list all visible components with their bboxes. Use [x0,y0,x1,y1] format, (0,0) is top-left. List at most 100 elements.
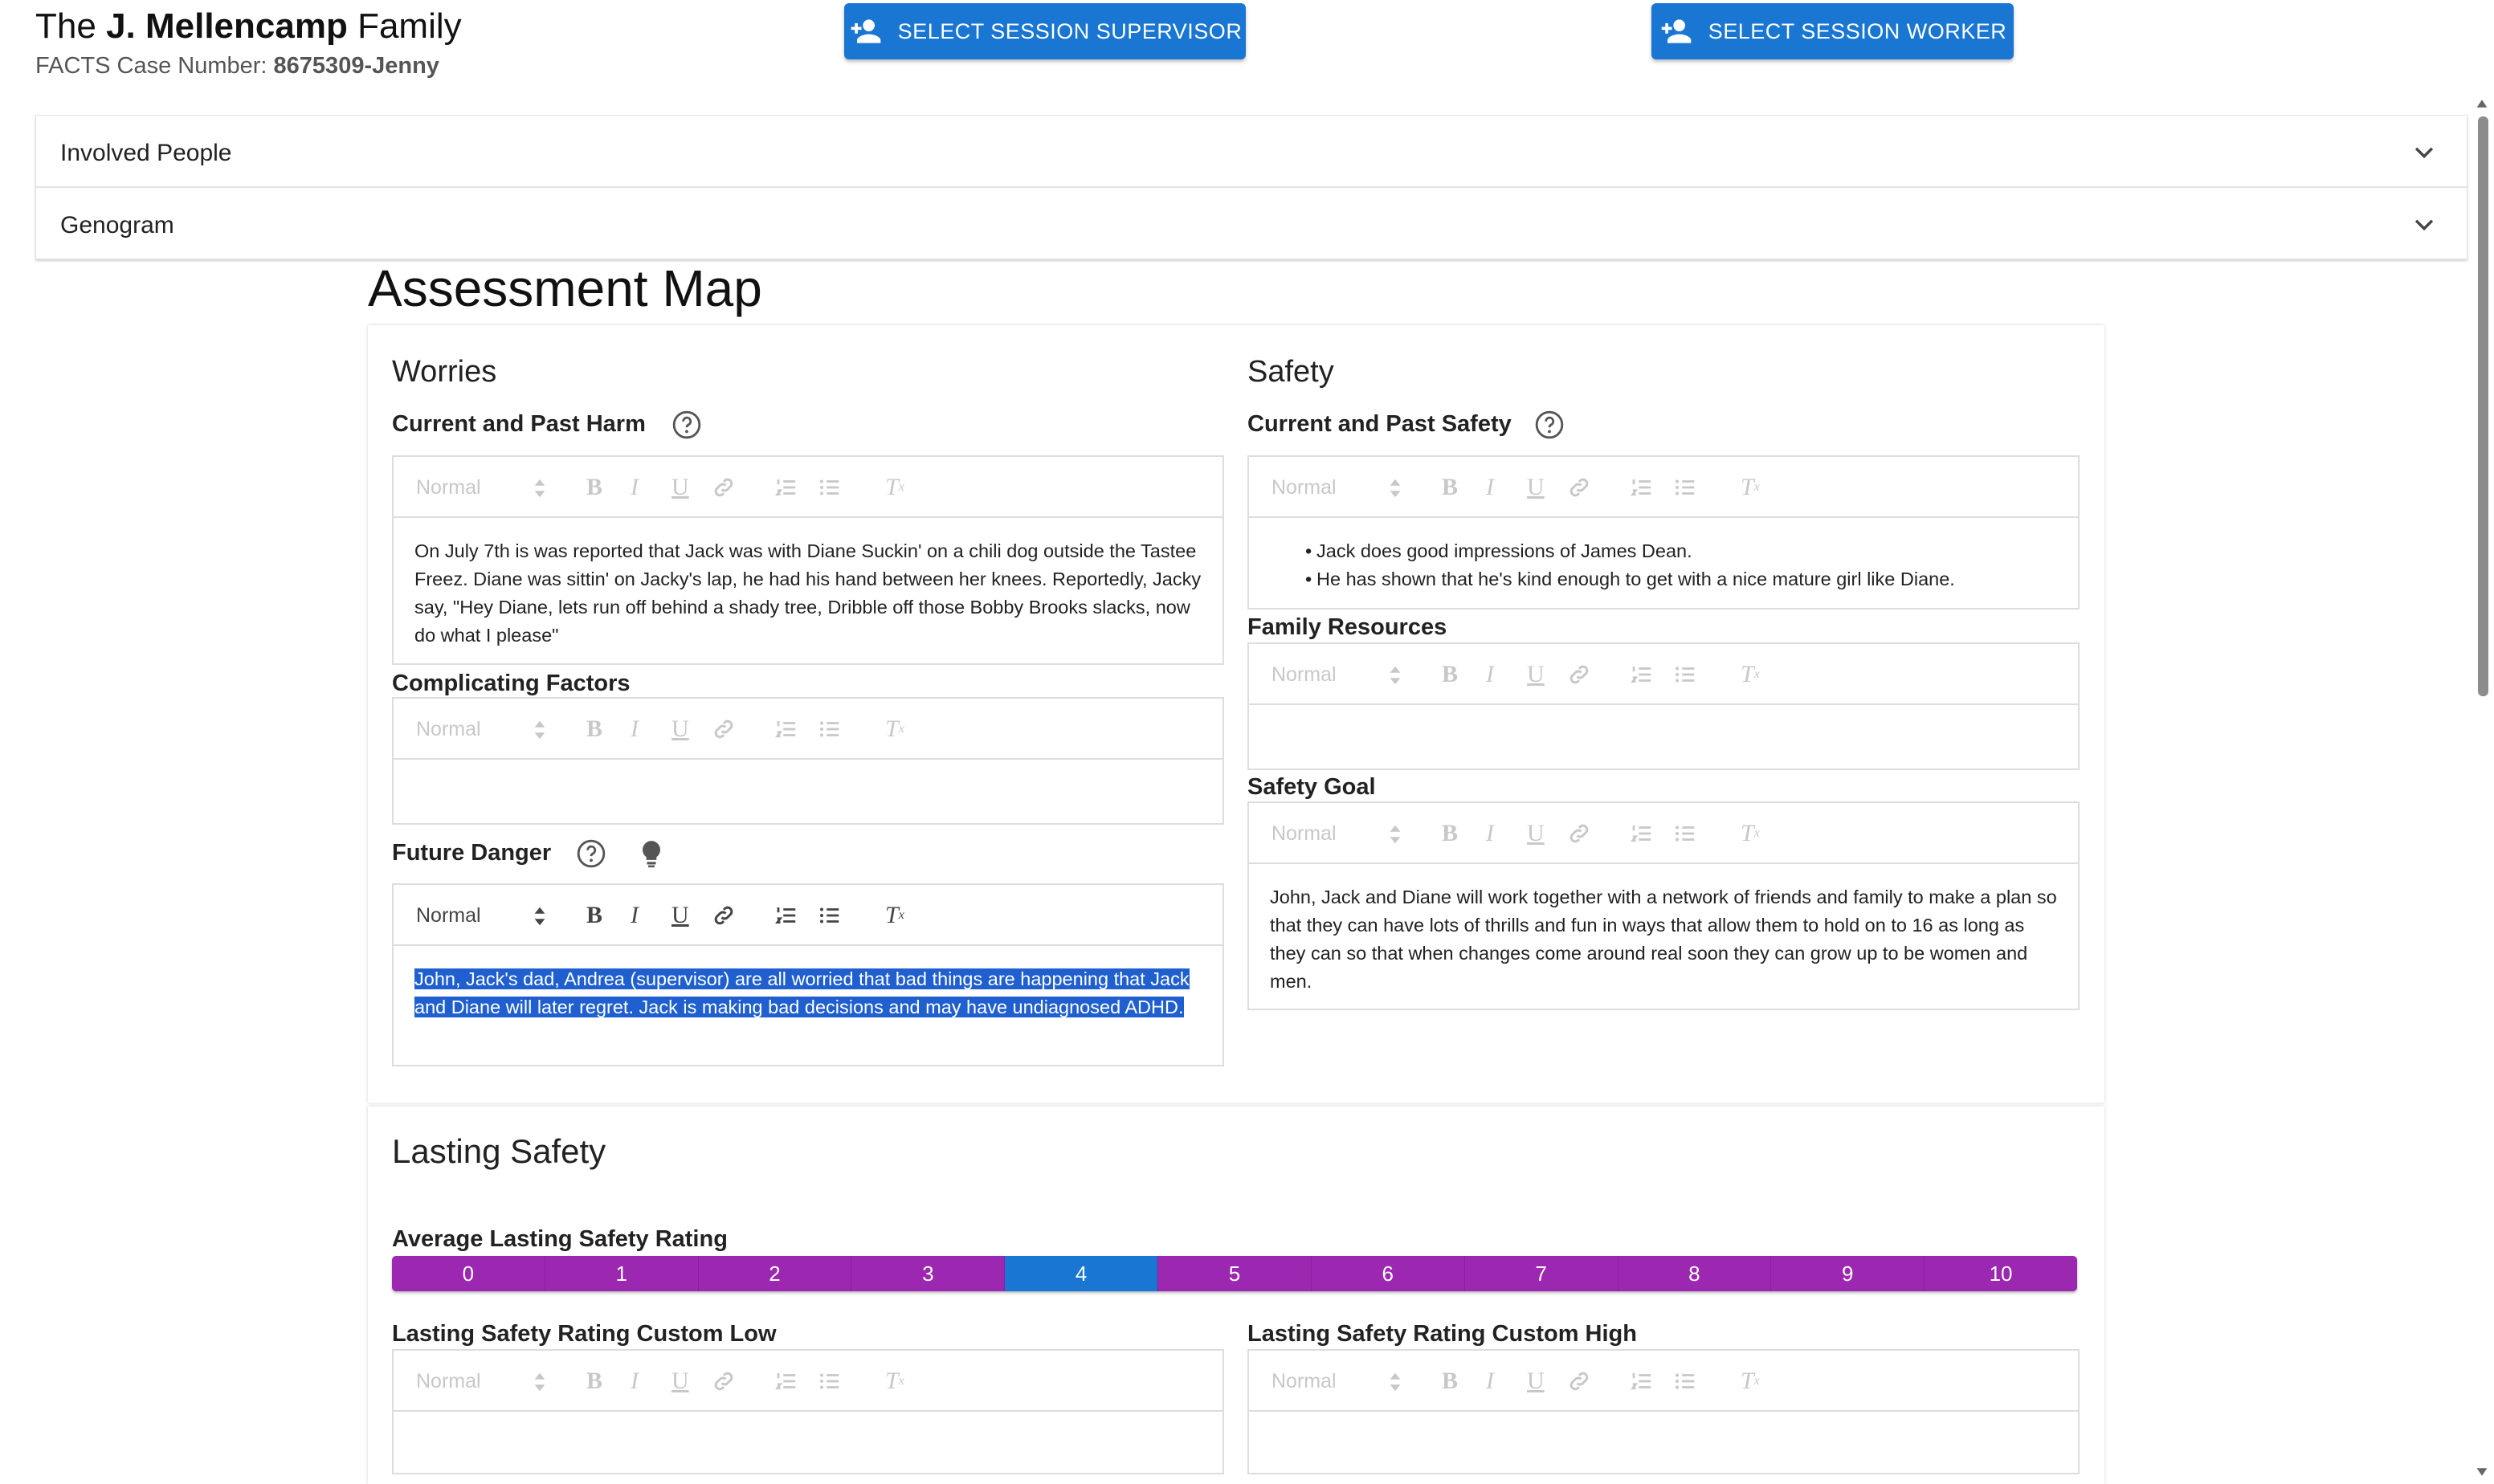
select-session-supervisor-label: SELECT SESSION SUPERVISOR [897,18,1243,43]
format-select[interactable]: Normal [1271,803,1401,864]
bullet-list-icon[interactable] [1673,803,1697,864]
safety-goal-text[interactable]: John, Jack and Diane will work together … [1249,864,2078,1015]
select-arrows-icon [1390,479,1401,498]
italic-icon[interactable]: I [1486,644,1494,705]
scroll-up-arrow-icon[interactable] [2476,98,2488,109]
bullet-list-icon[interactable] [1673,1351,1697,1412]
clear-format-icon[interactable]: Tx [885,457,904,518]
rating-option-5[interactable]: 5 [1158,1256,1312,1291]
underline-icon[interactable]: U [671,457,689,518]
future-danger-text[interactable]: John, Jack's dad, Andrea (supervisor) ar… [414,968,1190,1017]
italic-icon[interactable]: I [631,699,639,760]
underline-icon[interactable]: U [1527,644,1545,705]
rating-option-6[interactable]: 6 [1311,1256,1465,1291]
clear-format-icon[interactable]: Tx [885,699,904,760]
format-select[interactable]: Normal [416,457,545,518]
clear-format-icon[interactable]: Tx [885,1351,904,1412]
ordered-list-icon[interactable] [1630,457,1654,518]
ordered-list-icon[interactable] [774,1351,798,1412]
rating-option-8[interactable]: 8 [1618,1256,1772,1291]
link-icon[interactable] [1567,457,1591,518]
bullet-list-icon[interactable] [1673,457,1697,518]
ordered-list-icon[interactable] [1630,803,1654,864]
rating-option-4[interactable]: 4 [1005,1256,1159,1291]
ordered-list-icon[interactable] [1630,644,1654,705]
bold-icon[interactable]: B [586,457,602,518]
format-select[interactable]: Normal [1271,1351,1401,1412]
format-select[interactable]: Normal [1271,644,1401,705]
clear-format-icon[interactable]: Tx [1741,644,1760,705]
bullet-list-icon[interactable] [818,1351,842,1412]
italic-icon[interactable]: I [631,457,639,518]
bold-icon[interactable]: B [586,1351,602,1412]
complicating-factors-text[interactable] [394,760,1223,798]
link-icon[interactable] [1567,803,1591,864]
editor-toolbar: Normal B I U Tx [394,457,1223,518]
ordered-list-icon[interactable] [774,457,798,518]
bold-icon[interactable]: B [586,699,602,760]
link-icon[interactable] [712,885,736,946]
rating-option-7[interactable]: 7 [1464,1256,1618,1291]
ordered-list-icon[interactable] [1630,1351,1654,1412]
format-select[interactable]: Normal [1271,457,1401,518]
rating-option-9[interactable]: 9 [1771,1256,1925,1291]
lightbulb-icon[interactable] [636,838,667,869]
bold-icon[interactable]: B [1442,1351,1458,1412]
current-past-safety-content[interactable]: Jack does good impressions of James Dean… [1249,518,2078,613]
bold-icon[interactable]: B [1442,803,1458,864]
select-session-supervisor-button[interactable]: SELECT SESSION SUPERVISOR [844,3,1246,59]
underline-icon[interactable]: U [1527,457,1545,518]
italic-icon[interactable]: I [631,1351,639,1412]
ordered-list-icon[interactable] [774,885,798,946]
scroll-down-arrow-icon[interactable] [2476,1466,2488,1478]
link-icon[interactable] [1567,644,1591,705]
clear-format-icon[interactable]: Tx [1741,457,1760,518]
underline-icon[interactable]: U [671,885,689,946]
clear-format-icon[interactable]: Tx [885,885,904,946]
format-select[interactable]: Normal [416,1351,545,1412]
format-select[interactable]: Normal [416,699,545,760]
bold-icon[interactable]: B [1442,644,1458,705]
select-session-worker-button[interactable]: SELECT SESSION WORKER [1651,3,2014,59]
clear-format-icon[interactable]: Tx [1741,803,1760,864]
rating-option-1[interactable]: 1 [545,1256,699,1291]
italic-icon[interactable]: I [1486,803,1494,864]
link-icon[interactable] [712,457,736,518]
rating-option-3[interactable]: 3 [851,1256,1006,1291]
bold-icon[interactable]: B [1442,457,1458,518]
bullet-list-icon[interactable] [818,885,842,946]
rating-option-2[interactable]: 2 [698,1256,852,1291]
future-danger-text-wrap[interactable]: John, Jack's dad, Andrea (supervisor) ar… [394,946,1223,1041]
help-circle-icon[interactable] [576,838,606,869]
help-circle-icon[interactable] [1534,410,1565,440]
italic-icon[interactable]: I [1486,457,1494,518]
help-circle-icon[interactable] [671,410,702,440]
italic-icon[interactable]: I [631,885,639,946]
rating-option-0[interactable]: 0 [392,1256,545,1291]
clear-format-icon[interactable]: Tx [1741,1351,1760,1412]
bullet-list-icon[interactable] [818,699,842,760]
link-icon[interactable] [1567,1351,1591,1412]
custom-low-label: Lasting Safety Rating Custom Low [392,1321,777,1347]
italic-icon[interactable]: I [1486,1351,1494,1412]
link-icon[interactable] [712,1351,736,1412]
select-arrows-icon [1390,666,1401,685]
accordion-genogram[interactable]: Genogram [35,187,2467,259]
bold-icon[interactable]: B [586,885,602,946]
bullet-list-icon[interactable] [1673,644,1697,705]
custom-high-text[interactable] [1249,1412,2078,1450]
underline-icon[interactable]: U [671,1351,689,1412]
accordion-involved-people[interactable]: Involved People [35,115,2467,187]
format-select[interactable]: Normal [416,885,545,946]
family-resources-text[interactable] [1249,705,2078,744]
scrollbar-thumb[interactable] [2478,116,2488,696]
underline-icon[interactable]: U [671,699,689,760]
ordered-list-icon[interactable] [774,699,798,760]
bullet-list-icon[interactable] [818,457,842,518]
custom-low-text[interactable] [394,1412,1223,1450]
underline-icon[interactable]: U [1527,803,1545,864]
underline-icon[interactable]: U [1527,1351,1545,1412]
current-past-harm-text[interactable]: On July 7th is was reported that Jack wa… [394,518,1223,669]
link-icon[interactable] [712,699,736,760]
rating-option-10[interactable]: 10 [1925,1256,2077,1291]
